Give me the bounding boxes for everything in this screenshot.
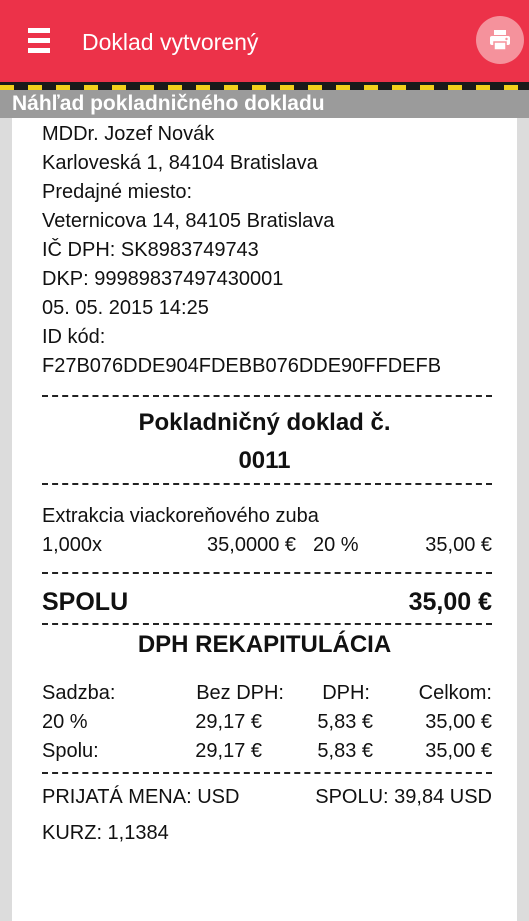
item-name: Extrakcia viackoreňového zuba [42,505,319,527]
vat-summary-base: 29,17 € [195,740,262,762]
total-label: SPOLU [42,588,129,616]
dkp-number: DKP: 99989837497430001 [42,268,284,290]
vat-summary-amount: 5,83 € [317,740,373,762]
hamburger-menu-icon[interactable] [28,28,50,54]
vat-header-vat: DPH: [322,682,370,704]
vat-header-rate: Sadzba: [42,682,116,704]
vat-rate: 20 % [42,711,88,733]
page-title: Doklad vytvorený [82,29,259,55]
vat-summary-row: Spolu: 29,17 € 5,83 € 35,00 € [42,739,492,763]
section-title: Náhľad pokladničného dokladu [0,90,529,118]
divider [42,623,492,625]
merchant-address: Karloveská 1, 84104 Bratislava [42,152,318,174]
vat-header-total: Celkom: [418,682,492,704]
vat-summary-total: 35,00 € [425,740,492,762]
exchange-rate: KURZ: 1,1384 [42,822,169,844]
id-code-value: F27B076DDE904FDEBB076DDE90FFDEFB [42,355,442,377]
vat-total: 35,00 € [425,711,492,733]
vat-header-row: Sadzba: Bez DPH: DPH: Celkom: [42,681,492,705]
item-unit-price: 35,0000 € [207,534,296,556]
total-row: SPOLU 35,00 € [42,587,492,617]
item-vat-rate: 20 % [313,534,359,556]
currency-row: PRIJATÁ MENA: USD SPOLU: 39,84 USD [42,785,492,809]
vat-summary-label: Spolu: [42,740,99,762]
item-quantity: 1,000x [42,534,103,556]
print-button[interactable] [476,16,524,64]
document-title: Pokladničný doklad č. [138,409,391,436]
item-row: 1,000x 35,0000 € 20 % 35,00 € [42,533,492,557]
merchant-name: MDDr. Jozef Novák [42,123,215,145]
divider [42,572,492,574]
receipt-paper: MDDr. Jozef Novák Karloveská 1, 84104 Br… [12,118,517,921]
divider [42,395,492,397]
item-total: 35,00 € [425,534,492,556]
id-code-label: ID kód: [42,326,106,348]
received-currency: PRIJATÁ MENA: USD [42,786,240,808]
vat-summary-title: DPH REKAPITULÁCIA [137,631,392,658]
stripe-top-border [0,82,529,85]
currency-total: SPOLU: 39,84 USD [315,786,492,808]
vat-id: IČ DPH: SK8983749743 [42,239,259,261]
vat-row: 20 % 29,17 € 5,83 € 35,00 € [42,710,492,734]
point-of-sale-address: Veternicova 14, 84105 Bratislava [42,210,335,232]
printer-icon [490,30,510,51]
receipt-datetime: 05. 05. 2015 14:25 [42,297,209,319]
divider [42,772,492,774]
document-number: 0011 [238,447,291,474]
vat-amount: 5,83 € [317,711,373,733]
vat-base: 29,17 € [195,711,262,733]
total-value: 35,00 € [408,588,492,616]
vat-header-base: Bez DPH: [196,682,284,704]
point-of-sale-label: Predajné miesto: [42,181,193,203]
app-bar: Doklad vytvorený [0,0,529,82]
divider [42,483,492,485]
